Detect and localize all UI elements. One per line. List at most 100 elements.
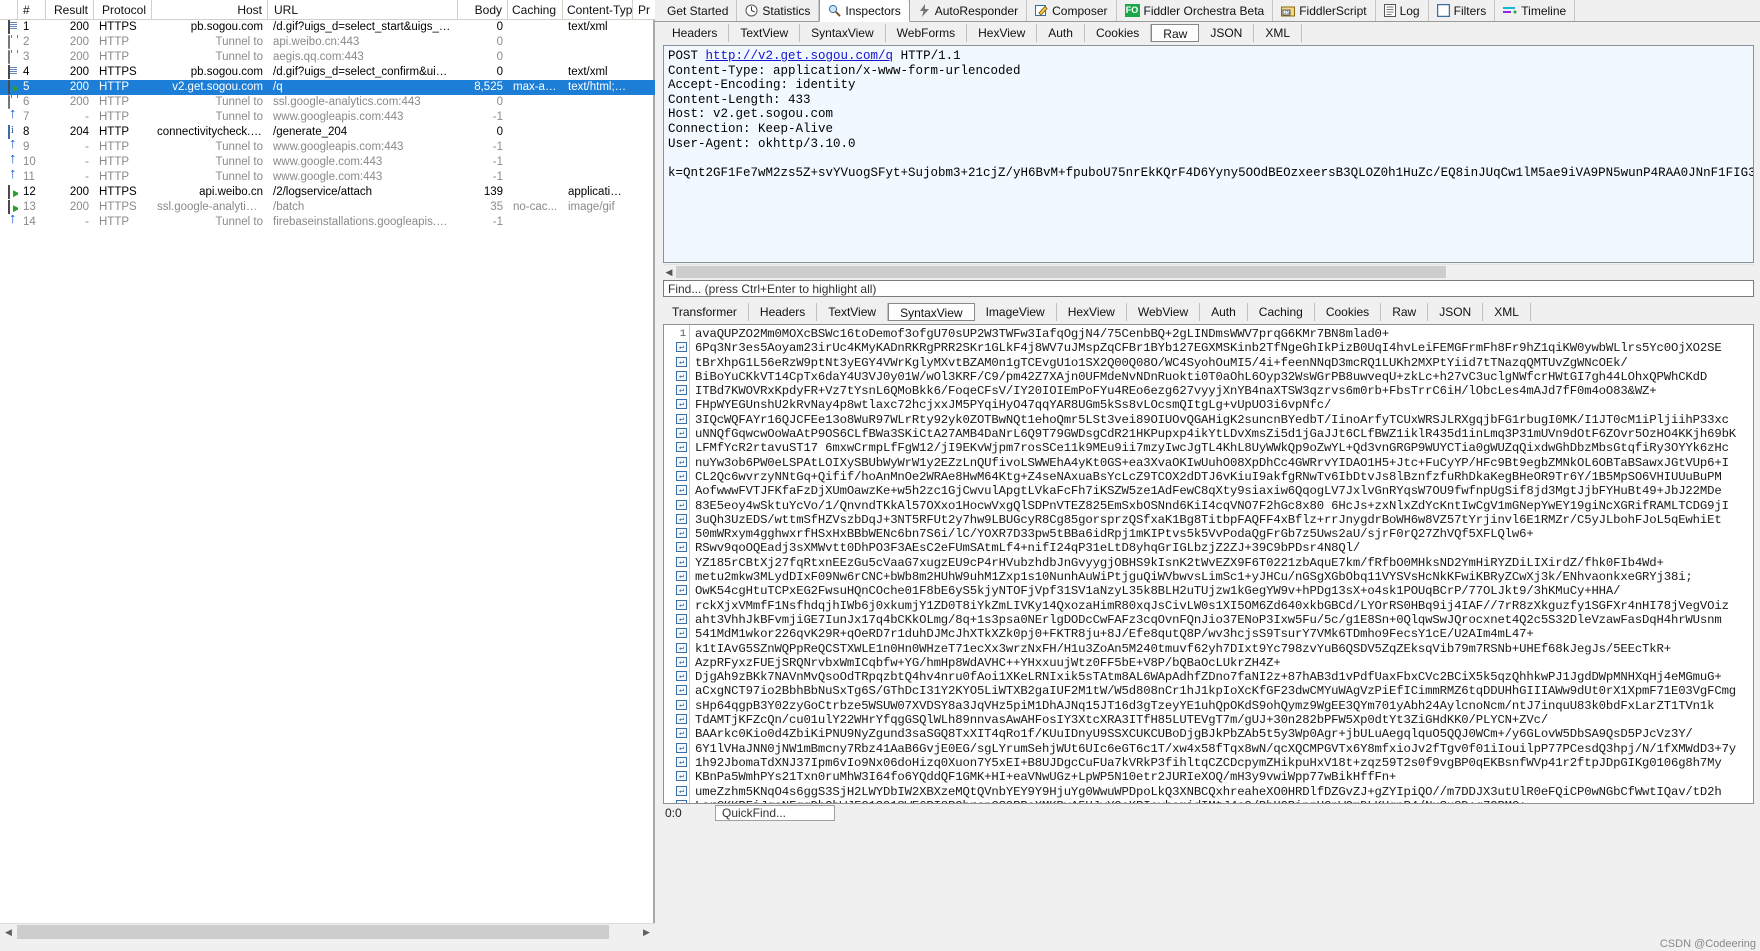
- tab-log[interactable]: Log: [1376, 0, 1429, 21]
- table-row[interactable]: 10 - HTTP Tunnel to www.google.com:443 -1: [0, 155, 655, 170]
- response-body-line: 50mWRxym4gghwxrfHSxHxBBbWENc6bn7S6i/lC/Y…: [695, 527, 1534, 542]
- tab-timeline[interactable]: Timeline: [1495, 0, 1576, 21]
- cell-result: 200: [69, 201, 89, 213]
- tab-statistics[interactable]: Statistics: [737, 0, 820, 21]
- cell-result: -: [85, 171, 89, 183]
- request-scroll-left-arrow[interactable]: ◀: [663, 265, 675, 279]
- subtab-json[interactable]: JSON: [1199, 23, 1255, 42]
- line-number: ↵: [664, 670, 689, 684]
- table-row[interactable]: 12 200 HTTPS api.weibo.cn/2/logservice/atta…: [0, 185, 655, 200]
- table-row[interactable]: 8 204 HTTP connectivitycheck.g... /generate_…: [0, 125, 655, 140]
- subtab-xml[interactable]: XML: [1483, 302, 1531, 321]
- column-header-host[interactable]: Host: [152, 0, 268, 20]
- tab-filters[interactable]: Filters: [1429, 0, 1496, 21]
- request-scroll-thumb[interactable]: [676, 266, 1446, 278]
- response-body-line: aCxgNCT97io2BbhBbNuSxTg6S/GThDcI31Y2KYO5…: [695, 684, 1737, 699]
- table-row[interactable]: 3 200 HTTP Tunnel to aegis.qq.com:443 0: [0, 50, 655, 65]
- tab-composer[interactable]: Composer: [1027, 0, 1117, 21]
- cell-caching: [508, 95, 563, 110]
- subtab-raw[interactable]: Raw: [1151, 23, 1200, 42]
- session-rows[interactable]: 1 200 HTTPS pb.sogou.com/d.gif?uigs_d=selec…: [0, 20, 655, 230]
- table-row[interactable]: 2 200 HTTP Tunnel to api.weibo.cn:443 0: [0, 35, 655, 50]
- column-header-number[interactable]: #: [18, 0, 46, 20]
- cell-caching: [508, 110, 563, 125]
- cell-host: pb.sogou.com: [190, 21, 263, 33]
- row-type-icon: [0, 20, 18, 35]
- request-hscrollbar[interactable]: ◀: [663, 264, 1754, 278]
- request-tab-strip[interactable]: Headers TextView SyntaxView WebForms HexView…: [655, 22, 1760, 43]
- line-number: ↵: [664, 513, 689, 527]
- tab-inspectors[interactable]: Inspectors: [819, 0, 910, 22]
- cell-content-type: image/gif: [568, 201, 615, 213]
- subtab-textview[interactable]: TextView: [729, 23, 801, 42]
- subtab-syntaxview[interactable]: SyntaxView: [800, 23, 886, 42]
- subtab-imageview[interactable]: ImageView: [975, 302, 1057, 321]
- table-row[interactable]: 9 - HTTP Tunnel to www.googleapis.com:443 -1: [0, 140, 655, 155]
- subtab-webview[interactable]: WebView: [1127, 302, 1201, 321]
- tab-label: Composer: [1052, 3, 1108, 18]
- tab-get-started[interactable]: Get Started: [659, 0, 738, 21]
- subtab-hexview[interactable]: HexView: [967, 23, 1038, 42]
- cell-body: -1: [492, 216, 503, 228]
- subtab-textview[interactable]: TextView: [817, 302, 889, 321]
- cell-content-type: [563, 155, 633, 170]
- request-url-link[interactable]: http://v2.get.sogou.com/q: [706, 49, 894, 63]
- tab-autoresponder[interactable]: AutoResponder: [910, 0, 1028, 21]
- table-row[interactable]: 6 200 HTTP Tunnel to ssl.google-analytics.co…: [0, 95, 655, 110]
- subtab-cookies[interactable]: Cookies: [1085, 23, 1152, 42]
- response-syntax-view[interactable]: 1↵↵↵↵↵↵↵↵↵↵↵↵↵↵↵↵↵↵↵↵↵↵↵↵↵↵↵↵↵↵↵↵↵↵↵↵ av…: [663, 324, 1754, 804]
- subtab-headers[interactable]: Headers: [749, 302, 818, 321]
- subtab-xml[interactable]: XML: [1254, 23, 1303, 42]
- subtab-auth[interactable]: Auth: [1200, 302, 1248, 321]
- cell-host: Tunnel to: [215, 171, 263, 183]
- cell-url: aegis.qq.com:443: [273, 51, 364, 63]
- request-header-accept-encoding: Accept-Encoding: identity: [668, 78, 856, 93]
- column-header-result[interactable]: Result: [46, 0, 94, 20]
- up-arrow-icon: [8, 140, 18, 152]
- response-tab-strip[interactable]: Transformer Headers TextView SyntaxView Imag…: [655, 301, 1760, 322]
- subtab-syntaxview[interactable]: SyntaxView: [888, 302, 975, 321]
- response-body-line: AofwwwFVTJFKfaFzDjXUmOawzKe+w5h2zc1GjCwv…: [695, 484, 1722, 499]
- main-tab-strip[interactable]: Get Started Statistics Inspectors AutoRespo…: [655, 0, 1760, 22]
- table-row[interactable]: 13 200 HTTPS ssl.google-analytics... /batch 3…: [0, 200, 655, 215]
- subtab-transformer[interactable]: Transformer: [661, 302, 749, 321]
- table-row[interactable]: 7 - HTTP Tunnel to www.googleapis.com:443 -1: [0, 110, 655, 125]
- table-row[interactable]: 14 - HTTP Tunnel to firebaseinstallations.go…: [0, 215, 655, 230]
- wrap-icon: ↵: [676, 585, 687, 596]
- column-header-icon[interactable]: [0, 0, 18, 20]
- subtab-caching[interactable]: Caching: [1248, 302, 1315, 321]
- response-body-line: ITBd7KWOVRxKpdyFR+Vz7tYsnL6QMoBkk6/FoqeC…: [695, 384, 1657, 399]
- subtab-json[interactable]: JSON: [1428, 302, 1484, 321]
- tab-fiddlerscript[interactable]: JS FiddlerScript: [1273, 0, 1376, 21]
- response-code-column[interactable]: avaQUPZO2Mm0MOXcBSWc16toDemof3ofgU70sUP2…: [690, 325, 1753, 803]
- session-list-hscrollbar[interactable]: ◀ ▶: [0, 923, 655, 941]
- request-method: POST: [668, 49, 699, 63]
- cell-number: 13: [23, 201, 36, 213]
- quickfind-input[interactable]: QuickFind...: [715, 805, 835, 821]
- table-row[interactable]: 1 200 HTTPS pb.sogou.com/d.gif?uigs_d=selec…: [0, 20, 655, 35]
- table-row[interactable]: 11 - HTTP Tunnel to www.google.com:443 -1: [0, 170, 655, 185]
- response-icon: [8, 80, 18, 94]
- subtab-webforms[interactable]: WebForms: [886, 23, 968, 42]
- subtab-headers[interactable]: Headers: [661, 23, 730, 42]
- request-raw-view[interactable]: POST http://v2.get.sogou.com/q HTTP/1.1 …: [663, 45, 1754, 263]
- line-number: ↵: [664, 456, 689, 470]
- subtab-raw[interactable]: Raw: [1381, 302, 1429, 321]
- subtab-auth[interactable]: Auth: [1037, 23, 1085, 42]
- column-header-body[interactable]: Body: [458, 0, 508, 20]
- subtab-hexview[interactable]: HexView: [1057, 302, 1127, 321]
- column-header-process[interactable]: Pr: [633, 0, 655, 20]
- column-header-protocol[interactable]: Protocol: [94, 0, 152, 20]
- scroll-thumb[interactable]: [17, 925, 609, 940]
- column-header-content-type[interactable]: Content-Type: [563, 0, 633, 20]
- sessions-grid[interactable]: # Result Protocol Host URL Body Caching …: [0, 0, 655, 920]
- request-find-bar[interactable]: Find... (press Ctrl+Enter to highlight a…: [663, 280, 1754, 297]
- column-header-caching[interactable]: Caching: [508, 0, 563, 20]
- column-header-url[interactable]: URL: [268, 0, 458, 20]
- table-row[interactable]: 5 200 HTTP v2.get.sogou.com/q 8,525 max-ag...…: [0, 80, 655, 95]
- tab-fiddler-orchestra-beta[interactable]: FO Fiddler Orchestra Beta: [1117, 0, 1274, 21]
- subtab-cookies[interactable]: Cookies: [1315, 302, 1382, 321]
- line-number: ↵: [664, 413, 689, 427]
- table-row[interactable]: 4 200 HTTPS pb.sogou.com/d.gif?uigs_d=selec…: [0, 65, 655, 80]
- fo-icon: FO: [1124, 4, 1140, 17]
